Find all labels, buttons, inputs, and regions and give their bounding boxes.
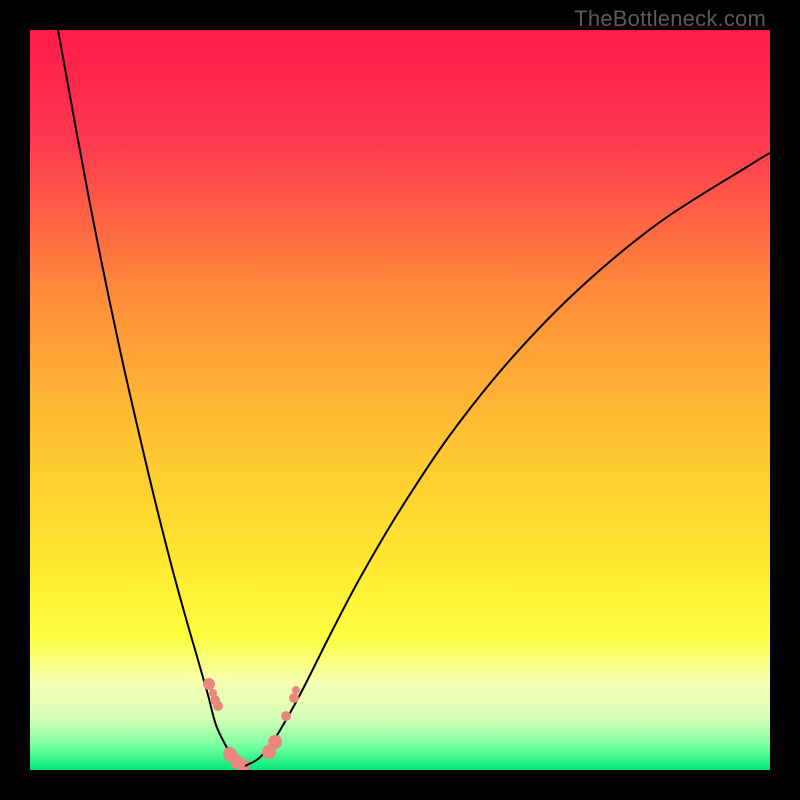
plot-frame — [30, 30, 770, 770]
marker-dot — [281, 711, 291, 721]
watermark-text: TheBottleneck.com — [574, 6, 766, 32]
plot-curves — [30, 30, 770, 770]
marker-dot — [268, 735, 282, 749]
marker-dot — [292, 686, 300, 694]
marker-dot — [203, 678, 215, 690]
marker-dot — [213, 701, 223, 711]
series-curve-left — [58, 30, 245, 766]
series-curve-right — [245, 153, 770, 766]
marker-dot — [289, 693, 299, 703]
